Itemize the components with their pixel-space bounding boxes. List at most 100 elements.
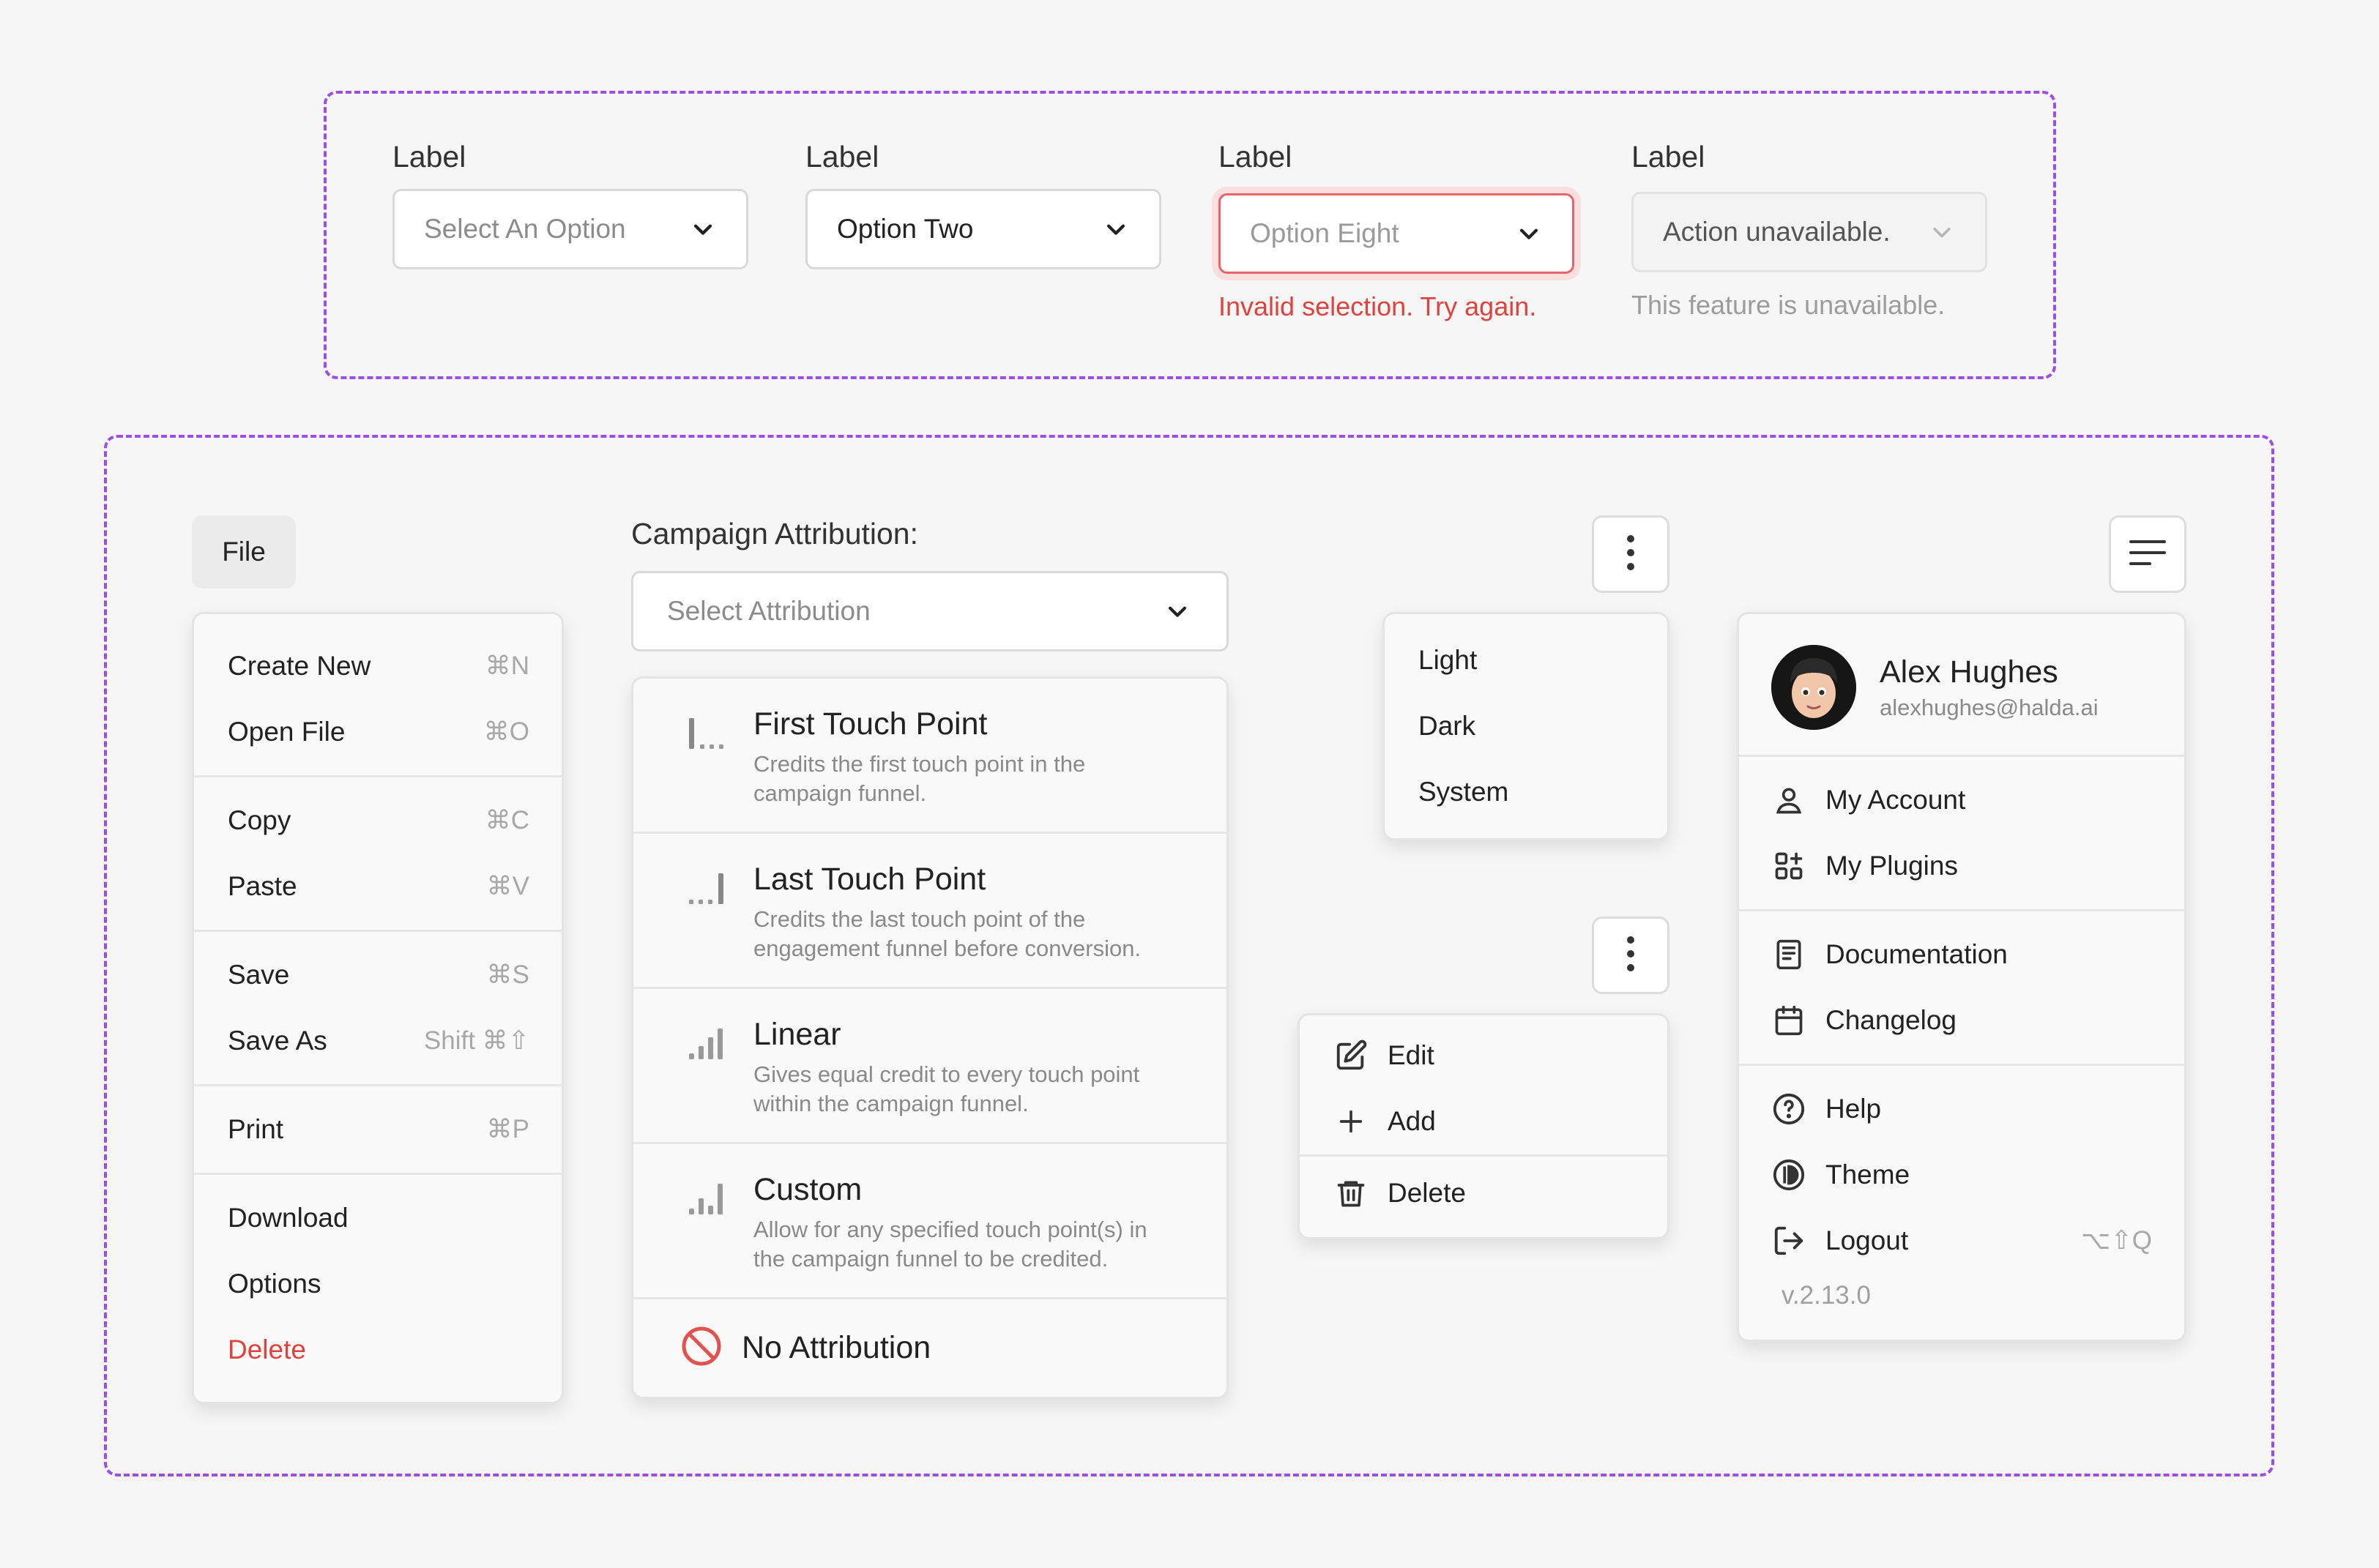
plugins-icon: [1771, 848, 1806, 884]
option-description: Credits the first touch point in the cam…: [753, 751, 1086, 806]
file-menu: Create New ⌘N Open File ⌘O Copy ⌘C Paste ⌘V …: [192, 612, 564, 1404]
menu-item-delete[interactable]: Delete: [1300, 1157, 1667, 1230]
document-icon: [1771, 937, 1806, 972]
shortcut-hint: ⌘S: [486, 960, 529, 989]
select-dropdown[interactable]: Select An Option: [392, 189, 748, 269]
menu-item-label: Edit: [1388, 1040, 1434, 1070]
logout-icon: [1771, 1223, 1806, 1258]
menu-item-label: My Account: [1825, 785, 1966, 815]
menu-item-save-as[interactable]: Save As Shift ⌘⇧: [194, 1008, 562, 1074]
attribution-option-last-touch[interactable]: Last Touch Point Credits the last touch …: [633, 832, 1226, 987]
error-message: Invalid selection. Try again.: [1218, 291, 1537, 321]
chevron-down-icon: [1103, 217, 1128, 242]
chevron-down-icon: [1929, 220, 1954, 244]
attribution-option-first-touch[interactable]: First Touch Point Credits the first touc…: [633, 679, 1226, 832]
menu-item-download[interactable]: Download: [194, 1185, 562, 1251]
menu-item-theme[interactable]: Theme: [1739, 1142, 2184, 1208]
plus-icon: [1333, 1104, 1369, 1139]
menu-item-open-file[interactable]: Open File ⌘O: [194, 699, 562, 765]
select-value: Option Eight: [1250, 218, 1399, 248]
menu-item-label: Paste: [228, 871, 297, 901]
menu-item-label: Download: [228, 1203, 349, 1233]
menu-item-copy[interactable]: Copy ⌘C: [194, 788, 562, 854]
menu-item-label: Changelog: [1825, 1005, 1957, 1035]
avatar: [1771, 645, 1856, 730]
option-description: Credits the last touch point of the enga…: [753, 906, 1142, 961]
menu-item-add[interactable]: Add: [1300, 1089, 1667, 1154]
menu-item-my-account[interactable]: My Account: [1739, 767, 2184, 833]
select-field-default: Label Select An Option: [392, 136, 748, 269]
attribution-select[interactable]: Select Attribution: [631, 571, 1229, 652]
more-options-button[interactable]: [1592, 515, 1669, 593]
attribution-option-custom[interactable]: Custom Allow for any specified touch poi…: [633, 1142, 1226, 1297]
option-description: Gives equal credit to every touch point …: [753, 1061, 1140, 1116]
hamburger-icon: [2128, 538, 2167, 571]
select-dropdown[interactable]: Option Two: [805, 189, 1161, 269]
select-dropdown: Action unavailable.: [1631, 192, 1987, 272]
attribution-option-linear[interactable]: Linear Gives equal credit to every touch…: [633, 987, 1226, 1142]
account-header: Alex Hughes alexhughes@halda.ai: [1739, 614, 2184, 755]
menu-item-label: Help: [1825, 1094, 1882, 1124]
shortcut-hint: ⌘O: [483, 717, 529, 746]
shortcut-hint: ⌘V: [486, 872, 529, 900]
menu-item-label: Create New: [228, 651, 371, 681]
custom-icon: [688, 1172, 731, 1274]
menu-item-my-plugins[interactable]: My Plugins: [1739, 833, 2184, 899]
menu-item-documentation[interactable]: Documentation: [1739, 922, 2184, 988]
menu-item-light[interactable]: Light: [1385, 627, 1667, 693]
chevron-down-icon: [690, 217, 715, 242]
select-value: Option Two: [837, 214, 974, 244]
version-label: v.2.13.0: [1782, 1281, 1871, 1310]
menu-item-help[interactable]: Help: [1739, 1076, 2184, 1142]
kebab-icon: [1625, 934, 1637, 977]
menu-item-label: Delete: [1388, 1178, 1466, 1208]
menu-item-system[interactable]: System: [1385, 759, 1667, 825]
edit-menu: Edit Add Delete: [1298, 1013, 1669, 1239]
menu-item-save[interactable]: Save ⌘S: [194, 942, 562, 1008]
more-actions-button[interactable]: [1592, 916, 1669, 994]
user-name: Alex Hughes: [1880, 654, 2058, 690]
shortcut-hint: Shift ⌘⇧: [423, 1026, 529, 1055]
shortcut-hint: ⌘N: [485, 652, 529, 680]
chevron-down-icon: [1165, 599, 1190, 624]
menu-item-delete[interactable]: Delete: [194, 1317, 562, 1383]
chevron-down-icon: [1516, 221, 1541, 246]
menu-item-label: Delete: [228, 1334, 306, 1364]
field-label: Label: [1218, 140, 1292, 173]
edit-icon: [1333, 1038, 1369, 1073]
menu-item-label: Copy: [228, 805, 291, 835]
select-value: Select An Option: [424, 214, 626, 244]
attribution-options-list: First Touch Point Credits the first touc…: [631, 676, 1229, 1399]
file-menu-button[interactable]: File: [192, 515, 296, 589]
menu-item-options[interactable]: Options: [194, 1251, 562, 1317]
menu-item-create-new[interactable]: Create New ⌘N: [194, 633, 562, 699]
option-title: No Attribution: [742, 1330, 931, 1365]
menu-item-label: Add: [1388, 1106, 1436, 1136]
menu-item-print[interactable]: Print ⌘P: [194, 1097, 562, 1162]
field-label: Label: [805, 140, 879, 173]
help-icon: [1771, 1091, 1806, 1127]
prohibited-icon: [680, 1325, 723, 1371]
menu-item-changelog[interactable]: Changelog: [1739, 988, 2184, 1053]
select-dropdown[interactable]: Option Eight: [1218, 193, 1574, 274]
attribution-option-none[interactable]: No Attribution: [633, 1297, 1226, 1397]
menu-item-edit[interactable]: Edit: [1300, 1023, 1667, 1089]
user-icon: [1771, 783, 1806, 818]
theme-menu: Light Dark System: [1382, 612, 1669, 840]
menu-item-label: My Plugins: [1825, 851, 1958, 881]
shortcut-hint: ⌘P: [486, 1115, 529, 1143]
select-value: Action unavailable.: [1663, 217, 1891, 247]
option-title: Custom: [753, 1172, 863, 1207]
hamburger-menu-button[interactable]: [2109, 515, 2186, 593]
menu-item-dark[interactable]: Dark: [1385, 693, 1667, 759]
menu-item-label: Options: [228, 1269, 321, 1299]
menu-item-label: Documentation: [1825, 939, 2008, 969]
calendar-icon: [1771, 1003, 1806, 1038]
menu-item-label: Open File: [228, 717, 346, 747]
select-placeholder: Select Attribution: [667, 596, 871, 626]
menu-item-label: Save As: [228, 1026, 327, 1056]
menu-item-label: Print: [228, 1114, 284, 1144]
menu-item-paste[interactable]: Paste ⌘V: [194, 854, 562, 919]
campaign-attribution-label: Campaign Attribution:: [631, 517, 919, 550]
menu-item-logout[interactable]: Logout ⌥⇧Q: [1739, 1208, 2184, 1274]
